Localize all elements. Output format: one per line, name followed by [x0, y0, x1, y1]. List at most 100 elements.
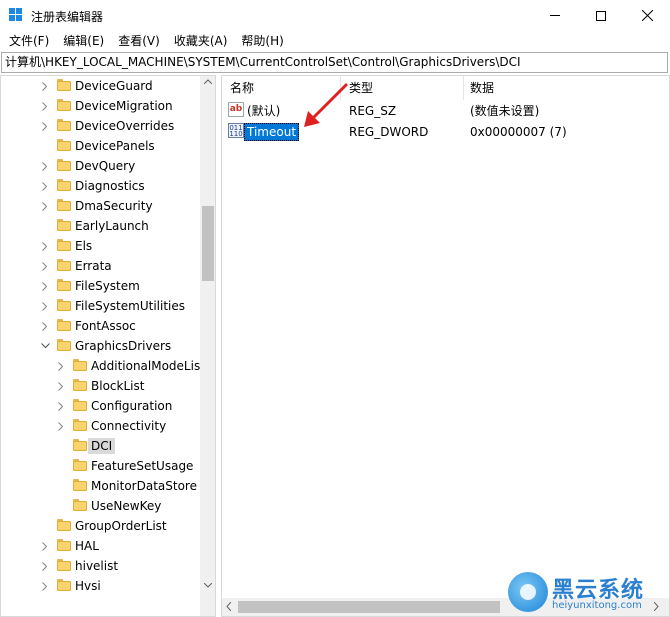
folder-icon — [57, 579, 71, 591]
chevron-right-icon[interactable] — [40, 160, 50, 172]
tree-item-label: Diagnostics — [75, 179, 145, 193]
tree-item[interactable]: Errata — [1, 256, 201, 276]
chevron-right-icon[interactable] — [40, 580, 50, 592]
column-header-name[interactable]: 名称 — [230, 76, 254, 100]
tree-item-selected[interactable]: DCI — [1, 436, 201, 456]
menu-help[interactable]: 帮助(H) — [234, 31, 290, 51]
tree-item[interactable]: AdditionalModeLis — [1, 356, 201, 376]
tree-item-label: Hvsi — [75, 579, 101, 593]
chevron-down-icon[interactable] — [40, 340, 50, 352]
menu-view[interactable]: 查看(V) — [111, 31, 167, 51]
tree-scrollbar[interactable] — [200, 76, 215, 616]
chevron-right-icon[interactable] — [40, 100, 50, 112]
folder-icon — [57, 319, 71, 331]
tree-item[interactable]: DevicePanels — [1, 136, 201, 156]
tree-item-label: AdditionalModeLis — [91, 359, 201, 373]
folder-icon — [73, 459, 87, 471]
chevron-right-icon[interactable] — [40, 240, 50, 252]
tree-item[interactable]: FileSystemUtilities — [1, 296, 201, 316]
scroll-left-icon[interactable] — [226, 602, 231, 611]
binary-value-icon: 011 110 — [228, 123, 244, 138]
chevron-right-icon[interactable] — [40, 280, 50, 292]
tree-item[interactable]: FileSystem — [1, 276, 201, 296]
tree-item-label: DeviceOverrides — [75, 119, 175, 133]
minimize-button[interactable] — [532, 0, 578, 31]
annotation-arrow-icon — [304, 83, 348, 127]
folder-icon — [57, 159, 71, 171]
tree-item-label: FileSystemUtilities — [75, 299, 185, 313]
column-header-type[interactable]: 类型 — [349, 76, 373, 100]
folder-icon — [57, 259, 71, 271]
menu-edit[interactable]: 编辑(E) — [56, 31, 111, 51]
tree-scroll-thumb[interactable] — [202, 206, 214, 281]
value-type: REG_DWORD — [349, 125, 429, 139]
title-bar: 注册表编辑器 — [0, 0, 670, 31]
chevron-right-icon[interactable] — [56, 400, 66, 412]
tree-item[interactable]: GroupOrderList — [1, 516, 201, 536]
chevron-right-icon[interactable] — [40, 180, 50, 192]
value-data: 0x00000007 (7) — [470, 125, 567, 139]
tree-item[interactable]: DeviceGuard — [1, 76, 201, 96]
maximize-icon — [596, 10, 606, 21]
tree-item-label: Connectivity — [91, 419, 167, 433]
menu-file[interactable]: 文件(F) — [2, 31, 56, 51]
folder-icon — [73, 479, 87, 491]
tree-item[interactable]: MonitorDataStore — [1, 476, 201, 496]
folder-icon — [57, 239, 71, 251]
tree-item[interactable]: EarlyLaunch — [1, 216, 201, 236]
column-separator[interactable] — [463, 76, 464, 100]
watermark: 黑云系统 heiyunxitong.com — [508, 572, 668, 615]
tree-item[interactable]: Configuration — [1, 396, 201, 416]
tree-item[interactable]: Connectivity — [1, 416, 201, 436]
list-scroll-thumb[interactable] — [238, 601, 500, 613]
tree-item[interactable]: HAL — [1, 536, 201, 556]
chevron-right-icon[interactable] — [40, 320, 50, 332]
chevron-right-icon[interactable] — [56, 420, 66, 432]
tree-item[interactable]: GraphicsDrivers — [1, 336, 201, 356]
tree-item[interactable]: FontAssoc — [1, 316, 201, 336]
chevron-right-icon[interactable] — [40, 200, 50, 212]
tree-item[interactable]: FeatureSetUsage — [1, 456, 201, 476]
chevron-right-icon[interactable] — [40, 540, 50, 552]
tree-item[interactable]: DmaSecurity — [1, 196, 201, 216]
column-header-data[interactable]: 数据 — [470, 76, 494, 100]
tree-item[interactable]: BlockList — [1, 376, 201, 396]
tree-item-label: DevQuery — [75, 159, 136, 173]
menu-favorites[interactable]: 收藏夹(A) — [167, 31, 235, 51]
folder-icon — [57, 559, 71, 571]
chevron-right-icon[interactable] — [40, 560, 50, 572]
chevron-right-icon[interactable] — [56, 360, 66, 372]
chevron-right-icon[interactable] — [40, 120, 50, 132]
tree-item[interactable]: hivelist — [1, 556, 201, 576]
tree-item-label: UseNewKey — [91, 499, 162, 513]
address-bar[interactable]: 计算机\HKEY_LOCAL_MACHINE\SYSTEM\CurrentCon… — [1, 52, 668, 73]
close-button[interactable] — [624, 0, 670, 31]
regedit-app-icon — [9, 8, 23, 22]
value-name[interactable]: Timeout — [244, 123, 300, 141]
folder-icon — [57, 539, 71, 551]
tree-item[interactable]: UseNewKey — [1, 496, 201, 516]
tree-item-label: EarlyLaunch — [75, 219, 149, 233]
tree-item[interactable]: Els — [1, 236, 201, 256]
folder-icon — [57, 279, 71, 291]
window-title: 注册表编辑器 — [31, 10, 104, 24]
scroll-down-icon[interactable] — [204, 583, 212, 588]
tree-item-label: Errata — [75, 259, 112, 273]
chevron-right-icon[interactable] — [40, 300, 50, 312]
tree-item[interactable]: Diagnostics — [1, 176, 201, 196]
tree-item[interactable]: Hvsi — [1, 576, 201, 596]
tree-item[interactable]: DeviceOverrides — [1, 116, 201, 136]
tree-item[interactable]: DevQuery — [1, 156, 201, 176]
tree-item[interactable]: DeviceMigration — [1, 96, 201, 116]
tree-item-label: FileSystem — [75, 279, 140, 293]
chevron-right-icon[interactable] — [40, 80, 50, 92]
folder-icon — [73, 379, 87, 391]
folder-icon — [57, 339, 71, 351]
maximize-button[interactable] — [578, 0, 624, 31]
scroll-up-icon[interactable] — [204, 79, 212, 84]
folder-icon — [73, 439, 87, 451]
folder-icon — [57, 79, 71, 91]
chevron-right-icon[interactable] — [56, 380, 66, 392]
chevron-right-icon[interactable] — [40, 260, 50, 272]
folder-icon — [57, 99, 71, 111]
